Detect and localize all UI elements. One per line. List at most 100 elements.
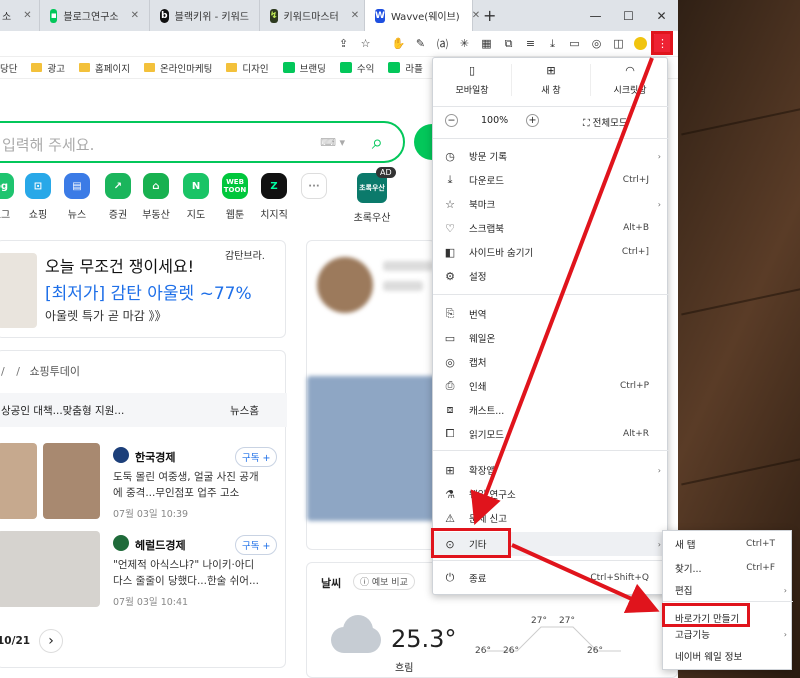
close-icon[interactable]: ✕: [23, 10, 31, 21]
news-thumbnail[interactable]: [43, 443, 100, 519]
blog-icon: og: [0, 173, 14, 199]
keyboard-icon[interactable]: ⌨ ▾: [320, 136, 345, 149]
headline-row[interactable]: 상공인 대책...맞춤형 지원... 뉴스홈: [0, 393, 287, 427]
shortcut-more[interactable]: ···: [293, 173, 335, 206]
news-title[interactable]: "언제적 아식스냐?" 나이키·아디: [113, 557, 254, 572]
close-icon[interactable]: ✕: [351, 10, 359, 21]
bookmark-item[interactable]: 라플: [388, 61, 423, 75]
bookmark-folder[interactable]: 디자인: [226, 61, 269, 75]
shortcut-stock[interactable]: ↗ 증권: [97, 173, 139, 221]
sidebar-icon[interactable]: ◫: [609, 34, 628, 53]
shortcut-news[interactable]: ▤ 뉴스: [56, 173, 98, 221]
tab-blackkiwi[interactable]: b 블랙키위 - 키워드: [150, 0, 260, 31]
promo-offer: [최저가] 감탄 아울렛 ~77%: [45, 284, 252, 304]
bookmark-item[interactable]: 수익: [339, 61, 374, 75]
download-icon[interactable]: ⤓: [543, 34, 562, 53]
news-date: 07월 03일 10:41: [113, 597, 189, 608]
submenu-item-about[interactable]: 네이버 웨일 정보: [663, 645, 793, 667]
menu-item-report[interactable]: ⚠ 문제 신고: [433, 506, 669, 530]
bookmark-star-icon[interactable]: ☆: [356, 34, 375, 53]
profile-icon[interactable]: [631, 34, 650, 53]
menu-item-settings[interactable]: ⚙ 설정: [433, 264, 669, 288]
shortcut-ad[interactable]: 초록우산 초록우산: [350, 173, 394, 224]
news-home-link[interactable]: 뉴스홈: [230, 403, 259, 418]
news-date: 07월 03일 10:39: [113, 509, 189, 520]
capture-icon[interactable]: ◎: [587, 34, 606, 53]
divider: [433, 294, 669, 295]
new-tab-button[interactable]: +: [473, 6, 506, 25]
menu-item-reading-mode[interactable]: ⧠ 읽기모드 Alt+R: [433, 422, 669, 446]
tab-keywordmaster[interactable]: ↯ 키워드마스터 ✕: [260, 0, 365, 31]
bookmark-folder[interactable]: 온라인마케팅: [143, 61, 212, 75]
fullscreen-button[interactable]: ⛶ 전체모드: [583, 115, 628, 129]
new-window-button[interactable]: ⊞ 새 창: [511, 64, 591, 96]
shortcut-shopping[interactable]: ⊡ 쇼핑: [17, 173, 59, 221]
news-title[interactable]: 도둑 몰린 여중생, 얼굴 사진 공개: [113, 469, 259, 484]
close-icon[interactable]: ✕: [131, 10, 139, 21]
tab-label: 키워드마스터: [283, 12, 339, 23]
next-page-button[interactable]: ›: [39, 629, 63, 653]
menu-item-hide-sidebar[interactable]: ◧ 사이드바 숨기기 Ctrl+]: [433, 240, 669, 264]
extension-icon[interactable]: ⧉: [499, 34, 518, 53]
minimize-icon[interactable]: —: [579, 0, 612, 31]
bookmark-folder[interactable]: 홈페이지: [78, 61, 130, 75]
shortcut-map[interactable]: N 지도: [175, 173, 217, 221]
search-icon[interactable]: ⌕: [372, 130, 383, 154]
tab-blog[interactable]: ▪ 블로그연구소 ✕: [40, 0, 150, 31]
secret-window-button[interactable]: ◠ 시크릿창: [591, 64, 669, 96]
forecast-compare[interactable]: ⓘ 예보 비교: [353, 573, 415, 590]
translate-icon[interactable]: ⒜: [433, 34, 452, 53]
menu-item-exit[interactable]: ⏻ 종료 Ctrl+Shift+Q: [433, 566, 669, 590]
divider: [433, 138, 669, 139]
search-input[interactable]: 입력해 주세요.: [2, 134, 94, 155]
menu-item-bookmarks[interactable]: ☆ 북마크 ›: [433, 192, 669, 216]
menu-item-whale-lab[interactable]: ⚗ 웨일 연구소: [433, 482, 669, 506]
menu-item-print[interactable]: ⎙ 인쇄 Ctrl+P: [433, 374, 669, 398]
bookmark-item[interactable]: 브랜딩: [282, 61, 326, 75]
tab-partial[interactable]: 소 ✕: [0, 0, 40, 31]
menu-item-translate[interactable]: ⎘ 번역: [433, 302, 669, 326]
blurred-image: [307, 376, 437, 521]
pen-icon[interactable]: ✎: [411, 34, 430, 53]
menu-item-history[interactable]: ◷ 방문 기록 ›: [433, 144, 669, 168]
zoom-in-button[interactable]: +: [526, 114, 539, 127]
close-window-icon[interactable]: ✕: [645, 0, 678, 31]
section-label[interactable]: 쇼핑투데이: [29, 365, 80, 378]
menu-item-extensions[interactable]: ⊞ 확장앱 ›: [433, 458, 669, 482]
mobile-window-button[interactable]: ▯ 모바일창: [433, 64, 511, 96]
webtoon-icon: WEB TOON: [222, 173, 248, 199]
zoom-out-button[interactable]: −: [445, 114, 458, 127]
shortcut-webtoon[interactable]: WEB TOON 웹툰: [214, 173, 256, 221]
tab-wavve[interactable]: W Wavve(웨이브) ✕: [365, 0, 480, 31]
search-box[interactable]: 입력해 주세요. ⌨ ▾ ⌕: [0, 121, 405, 163]
submenu-item-find[interactable]: 찾기... Ctrl+F: [663, 557, 793, 579]
news-thumbnail[interactable]: [0, 443, 37, 519]
apps-icon[interactable]: ▦: [477, 34, 496, 53]
hand-icon[interactable]: ✋: [389, 34, 408, 53]
subscribe-button[interactable]: 구독 +: [235, 535, 278, 555]
bookmark-folder[interactable]: 광고: [31, 61, 65, 75]
menu-item-cast[interactable]: ⧈ 캐스트...: [433, 398, 669, 422]
maximize-icon[interactable]: ☐: [612, 0, 645, 31]
subscribe-button[interactable]: 구독 +: [235, 447, 278, 467]
sparkle-icon[interactable]: ✳: [455, 34, 474, 53]
cast-icon: ⧈: [446, 403, 454, 416]
playlist-icon[interactable]: ≡: [521, 34, 540, 53]
shortcut-realestate[interactable]: ⌂ 부동산: [135, 173, 177, 221]
share-icon[interactable]: ⇪: [334, 34, 353, 53]
news-title[interactable]: 다스 줄줄이 당했다...한술 쉬어...: [113, 573, 259, 588]
menu-item-scrapbook[interactable]: ♡ 스크랩북 Alt+B: [433, 216, 669, 240]
video-icon[interactable]: ▭: [565, 34, 584, 53]
press-name[interactable]: 한국경제: [135, 449, 175, 465]
press-name[interactable]: 헤럴드경제: [135, 537, 186, 553]
shortcut-chzzk[interactable]: Z 치지직: [253, 173, 295, 221]
menu-item-whaleon[interactable]: ▭ 웨일온: [433, 326, 669, 350]
submenu-item-new-tab[interactable]: 새 탭 Ctrl+T: [663, 533, 793, 555]
news-title[interactable]: 에 중격...무인점포 업주 고소: [113, 485, 239, 500]
menu-item-downloads[interactable]: ⤓ 다운로드 Ctrl+J: [433, 168, 669, 192]
bookmark-item[interactable]: 당단: [0, 61, 17, 75]
news-thumbnail[interactable]: [0, 531, 100, 607]
promo-banner[interactable]: 오늘 무조건 쟁이세요! [최저가] 감탄 아울렛 ~77% 아울렛 특가 곧 …: [0, 240, 286, 338]
submenu-item-edit[interactable]: 편집 ›: [663, 579, 793, 601]
menu-item-capture[interactable]: ◎ 캡처: [433, 350, 669, 374]
